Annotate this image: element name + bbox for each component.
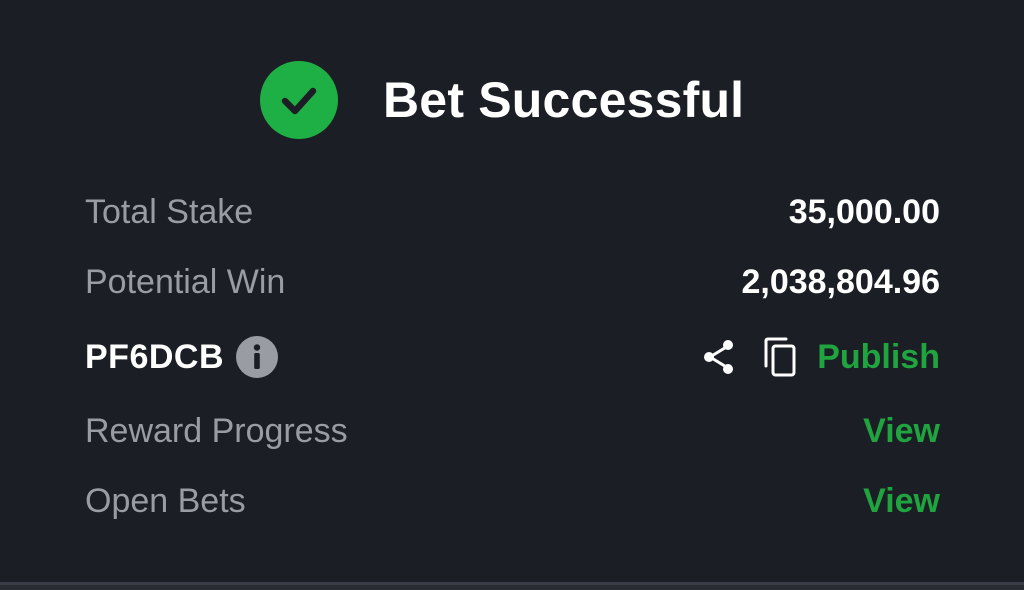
info-glyph xyxy=(253,344,261,369)
reward-progress-view-link[interactable]: View xyxy=(863,412,940,451)
success-header: Bet Successful xyxy=(260,60,744,140)
potential-win-label: Potential Win xyxy=(85,262,286,301)
open-bets-row: Open Bets View xyxy=(85,476,940,526)
page-title: Bet Successful xyxy=(383,72,745,128)
total-stake-value: 35,000.00 xyxy=(788,192,940,231)
share-glyph xyxy=(704,340,734,374)
booking-code: PF6DCB xyxy=(85,337,225,376)
open-bets-label: Open Bets xyxy=(85,481,246,520)
total-stake-row: Total Stake 35,000.00 xyxy=(85,187,940,237)
bottom-strip xyxy=(0,585,1024,590)
share-icon[interactable] xyxy=(699,337,739,377)
reward-progress-label: Reward Progress xyxy=(85,411,348,450)
info-icon[interactable] xyxy=(236,336,279,378)
reward-progress-row: Reward Progress View xyxy=(85,406,940,456)
booking-code-row: PF6DCB Publish xyxy=(85,332,940,382)
copy-glyph xyxy=(764,337,796,377)
open-bets-view-link[interactable]: View xyxy=(863,482,940,521)
total-stake-label: Total Stake xyxy=(85,192,254,231)
booking-actions: Publish xyxy=(699,336,940,378)
publish-button[interactable]: Publish xyxy=(817,338,940,377)
copy-icon[interactable] xyxy=(761,336,799,378)
check-circle-icon xyxy=(260,61,338,139)
checkmark-glyph xyxy=(281,87,317,115)
booking-code-group: PF6DCB xyxy=(85,336,279,378)
potential-win-value: 2,038,804.96 xyxy=(741,262,940,301)
potential-win-row: Potential Win 2,038,804.96 xyxy=(85,257,940,307)
bet-success-panel: Bet Successful Total Stake 35,000.00 Pot… xyxy=(0,0,1024,584)
